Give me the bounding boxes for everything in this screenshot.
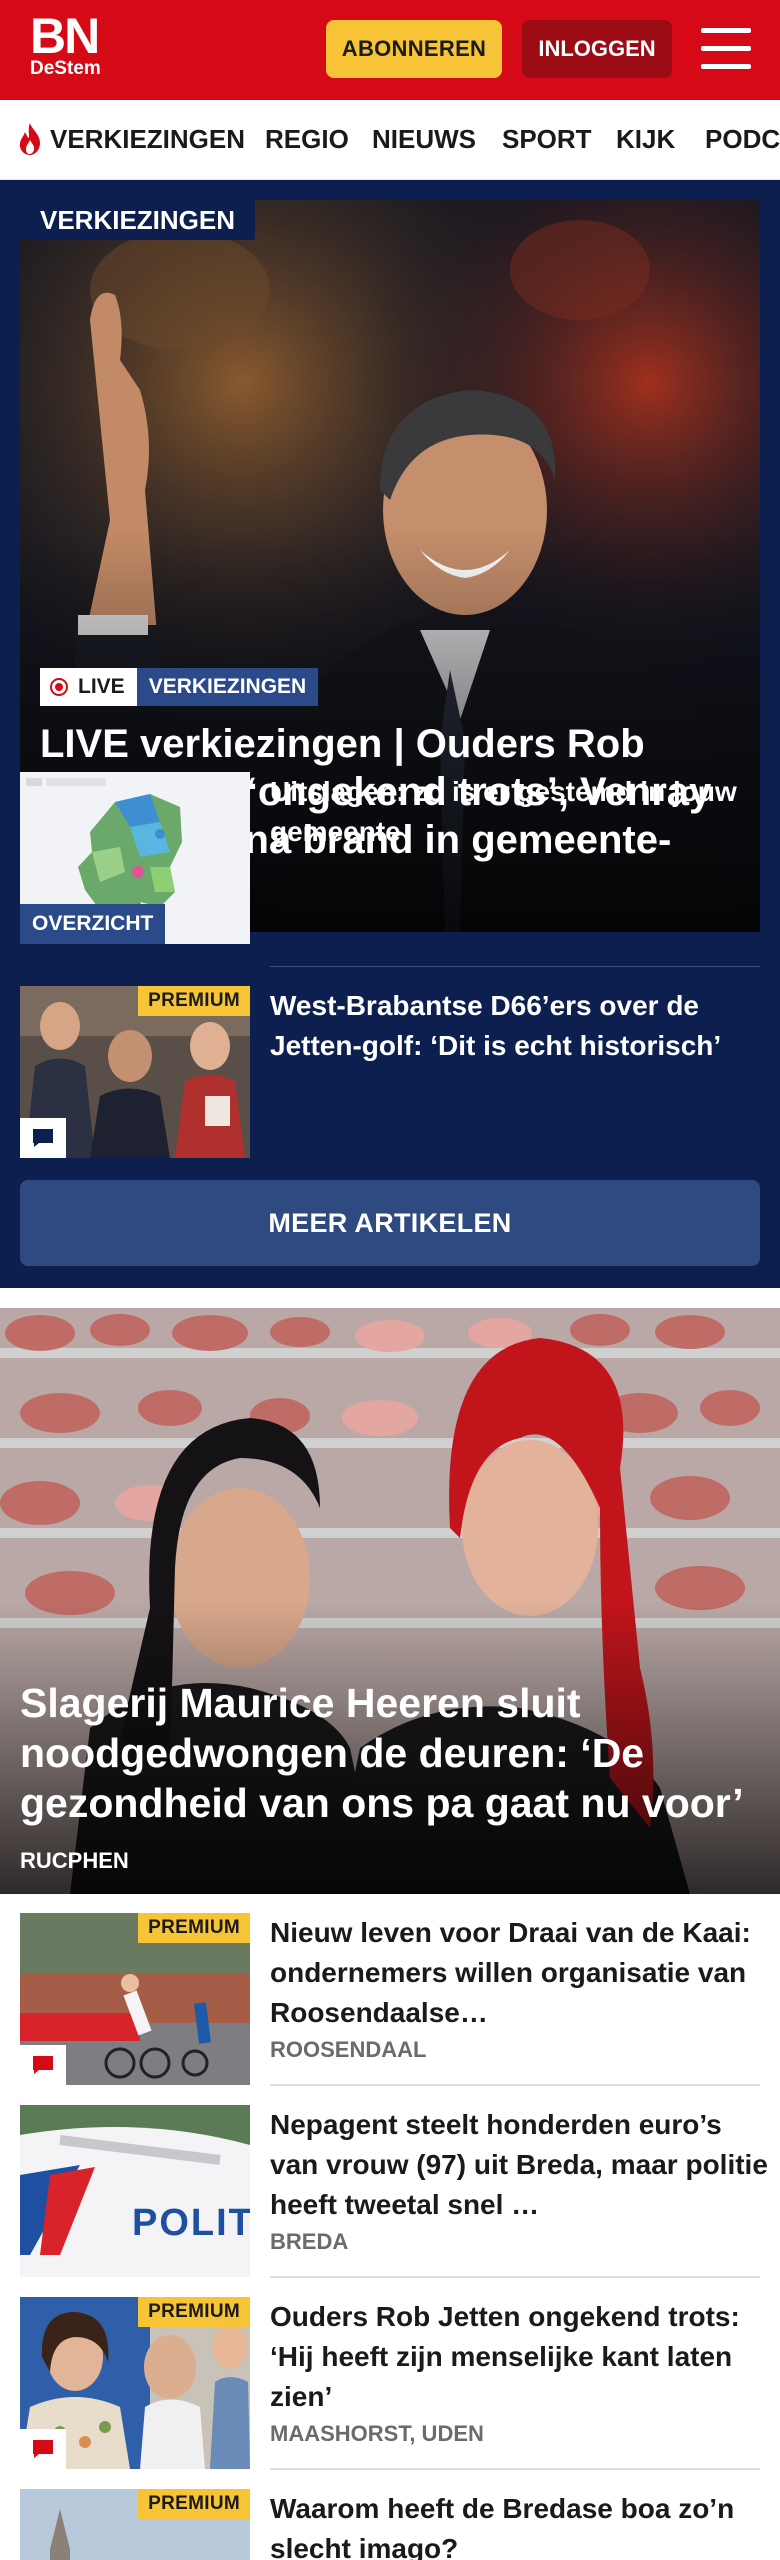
article-title[interactable]: Uitslagen: zo is er gestemd in jouw geme… bbox=[270, 772, 770, 852]
election-section: VERKIEZINGEN LIVE VERKIEZINGEN LIVE verk… bbox=[0, 180, 780, 1288]
live-badge: LIVE bbox=[40, 668, 137, 706]
overview-tag: OVERZICHT bbox=[20, 904, 166, 944]
logo-bn: BN bbox=[30, 8, 100, 64]
divider bbox=[270, 2084, 760, 2086]
nav-item-sport[interactable]: SPORT bbox=[502, 100, 592, 178]
premium-badge: PREMIUM bbox=[138, 1913, 250, 1943]
nav-item-kijk[interactable]: KIJK bbox=[616, 100, 675, 178]
article-item[interactable]: PREMIUM West-Brabantse D66’ers over de J… bbox=[20, 986, 760, 1158]
politie-text: POLITIE bbox=[132, 2202, 250, 2244]
list-item[interactable]: PREMIUM Ouders Rob Jetten ongekend trots… bbox=[20, 2297, 760, 2469]
article-thumbnail: POLITIE bbox=[20, 2105, 250, 2277]
main-nav: VERKIEZINGEN REGIO NIEUWS SPORT KIJK POD… bbox=[0, 100, 780, 180]
divider bbox=[270, 2276, 760, 2278]
article-title[interactable]: Nieuw leven voor Draai van de Kaai: onde… bbox=[270, 1913, 770, 2033]
nav-item-verkiezingen[interactable]: VERKIEZINGEN bbox=[16, 100, 245, 178]
comment-icon[interactable] bbox=[20, 1118, 66, 1158]
category-badge: VERKIEZINGEN bbox=[136, 668, 319, 706]
article-location: ROOSENDAAL bbox=[270, 2037, 427, 2062]
article-title[interactable]: Nepagent steelt honderden euro’s van vro… bbox=[270, 2105, 770, 2225]
comment-icon[interactable] bbox=[20, 2429, 66, 2469]
premium-badge: PREMIUM bbox=[138, 2489, 250, 2519]
premium-badge: PREMIUM bbox=[138, 986, 250, 1016]
article-item[interactable]: OVERZICHT Uitslagen: zo is er gestemd in… bbox=[20, 772, 760, 944]
comment-icon[interactable] bbox=[20, 2045, 66, 2085]
site-header: BN DeStem ABONNEREN INLOGGEN bbox=[0, 0, 780, 100]
live-label: LIVE bbox=[78, 675, 125, 698]
list-item[interactable]: PREMIUM Waarom heeft de Bredase boa zo’n… bbox=[20, 2489, 760, 2560]
section-label: VERKIEZINGEN bbox=[20, 200, 256, 240]
feature-headline[interactable]: Slagerij Maurice Heeren sluit noodgedwon… bbox=[20, 1678, 760, 1828]
list-item[interactable]: POLITIE Nepagent steelt honderden euro’s… bbox=[20, 2105, 768, 2277]
article-location: MAASHORST, UDEN bbox=[270, 2421, 484, 2446]
live-dot-icon bbox=[50, 678, 68, 696]
article-title[interactable]: West-Brabantse D66’ers over de Jetten-go… bbox=[270, 986, 770, 1066]
feature-location: RUCPHEN bbox=[20, 1848, 129, 1873]
nav-item-nieuws[interactable]: NIEUWS bbox=[372, 100, 476, 178]
hamburger-menu-icon[interactable] bbox=[701, 28, 751, 70]
logo-destem: DeStem bbox=[30, 58, 101, 79]
site-logo[interactable]: BN DeStem bbox=[30, 8, 120, 80]
police-car-image: POLITIE bbox=[20, 2105, 250, 2277]
subscribe-button[interactable]: ABONNEREN bbox=[326, 20, 502, 78]
divider bbox=[270, 966, 760, 967]
nav-label: VERKIEZINGEN bbox=[50, 123, 246, 154]
hero-badges: LIVE VERKIEZINGEN bbox=[40, 668, 319, 706]
list-item[interactable]: PREMIUM Nieuw leven voor Draai van de Ka… bbox=[20, 1913, 760, 2085]
nav-item-regio[interactable]: REGIO bbox=[265, 100, 349, 178]
nav-item-podcast[interactable]: PODCAST bbox=[705, 100, 780, 178]
login-button[interactable]: INLOGGEN bbox=[522, 20, 672, 78]
article-title[interactable]: Ouders Rob Jetten ongekend trots: ‘Hij h… bbox=[270, 2297, 770, 2417]
featured-article[interactable]: Slagerij Maurice Heeren sluit noodgedwon… bbox=[0, 1308, 780, 1894]
article-title[interactable]: Waarom heeft de Bredase boa zo’n slecht … bbox=[270, 2489, 770, 2560]
flame-icon bbox=[19, 123, 40, 155]
article-location: BREDA bbox=[270, 2229, 349, 2254]
more-articles-button[interactable]: MEER ARTIKELEN bbox=[20, 1180, 760, 1266]
premium-badge: PREMIUM bbox=[138, 2297, 250, 2327]
divider bbox=[270, 2468, 760, 2470]
